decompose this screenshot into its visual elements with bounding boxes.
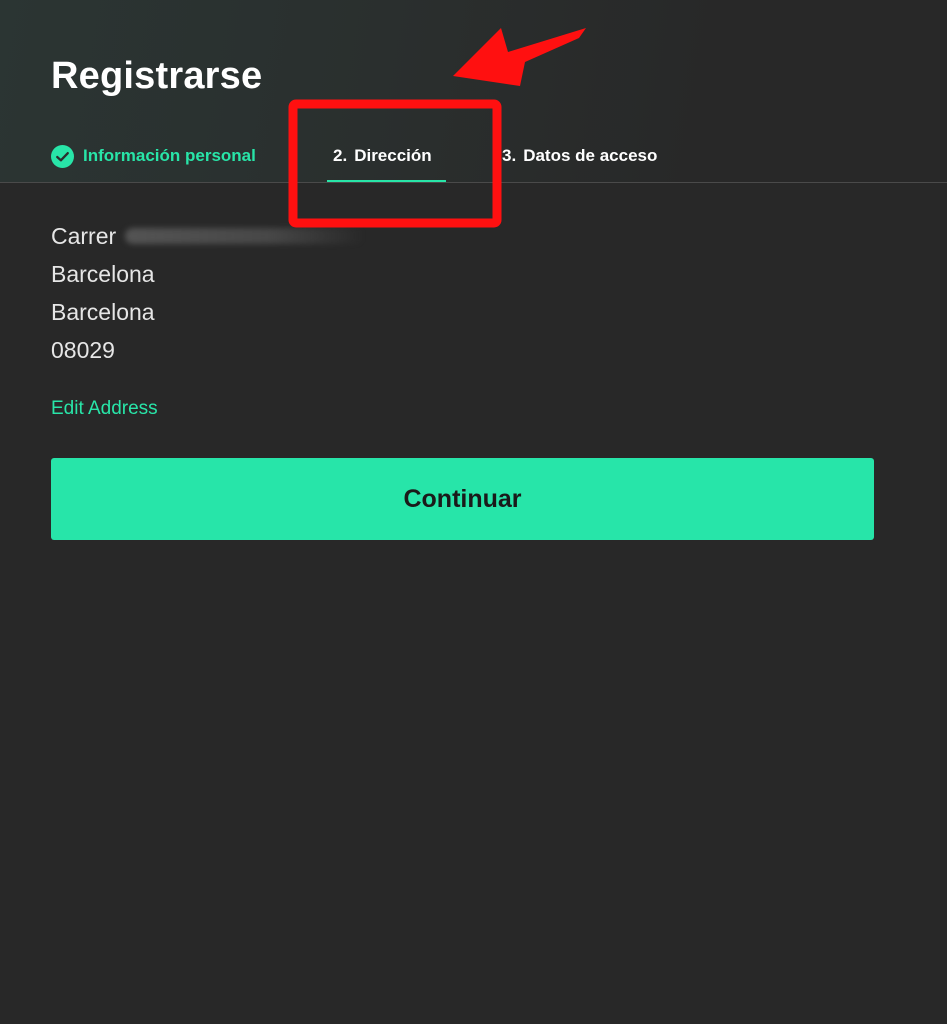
- step-label: Información personal: [83, 146, 256, 165]
- check-circle-icon: [51, 144, 74, 168]
- address-summary: Carrer Barcelona Barcelona 08029: [51, 217, 366, 369]
- step-label: Datos de acceso: [523, 146, 658, 165]
- stepper-divider: [0, 182, 947, 183]
- step-personal-info[interactable]: Información personal: [51, 130, 256, 182]
- page-title: Registrarse: [51, 55, 263, 97]
- step-address[interactable]: 2. Dirección: [333, 130, 432, 182]
- address-city: Barcelona: [51, 261, 155, 287]
- address-province: Barcelona: [51, 299, 155, 325]
- step-number: 2.: [333, 146, 348, 165]
- step-label: Dirección: [354, 146, 432, 165]
- stepper: Información personal 2. Dirección 3. Dat…: [0, 130, 947, 182]
- edit-address-link[interactable]: Edit Address: [51, 396, 158, 422]
- address-postal-code: 08029: [51, 337, 115, 363]
- address-street: Carrer: [51, 217, 366, 255]
- continue-button[interactable]: Continuar: [51, 458, 874, 540]
- redacted-street-name: [125, 228, 366, 244]
- step-number: 3.: [502, 146, 517, 165]
- step-access-data[interactable]: 3. Datos de acceso: [502, 130, 657, 182]
- street-prefix: Carrer: [51, 223, 117, 249]
